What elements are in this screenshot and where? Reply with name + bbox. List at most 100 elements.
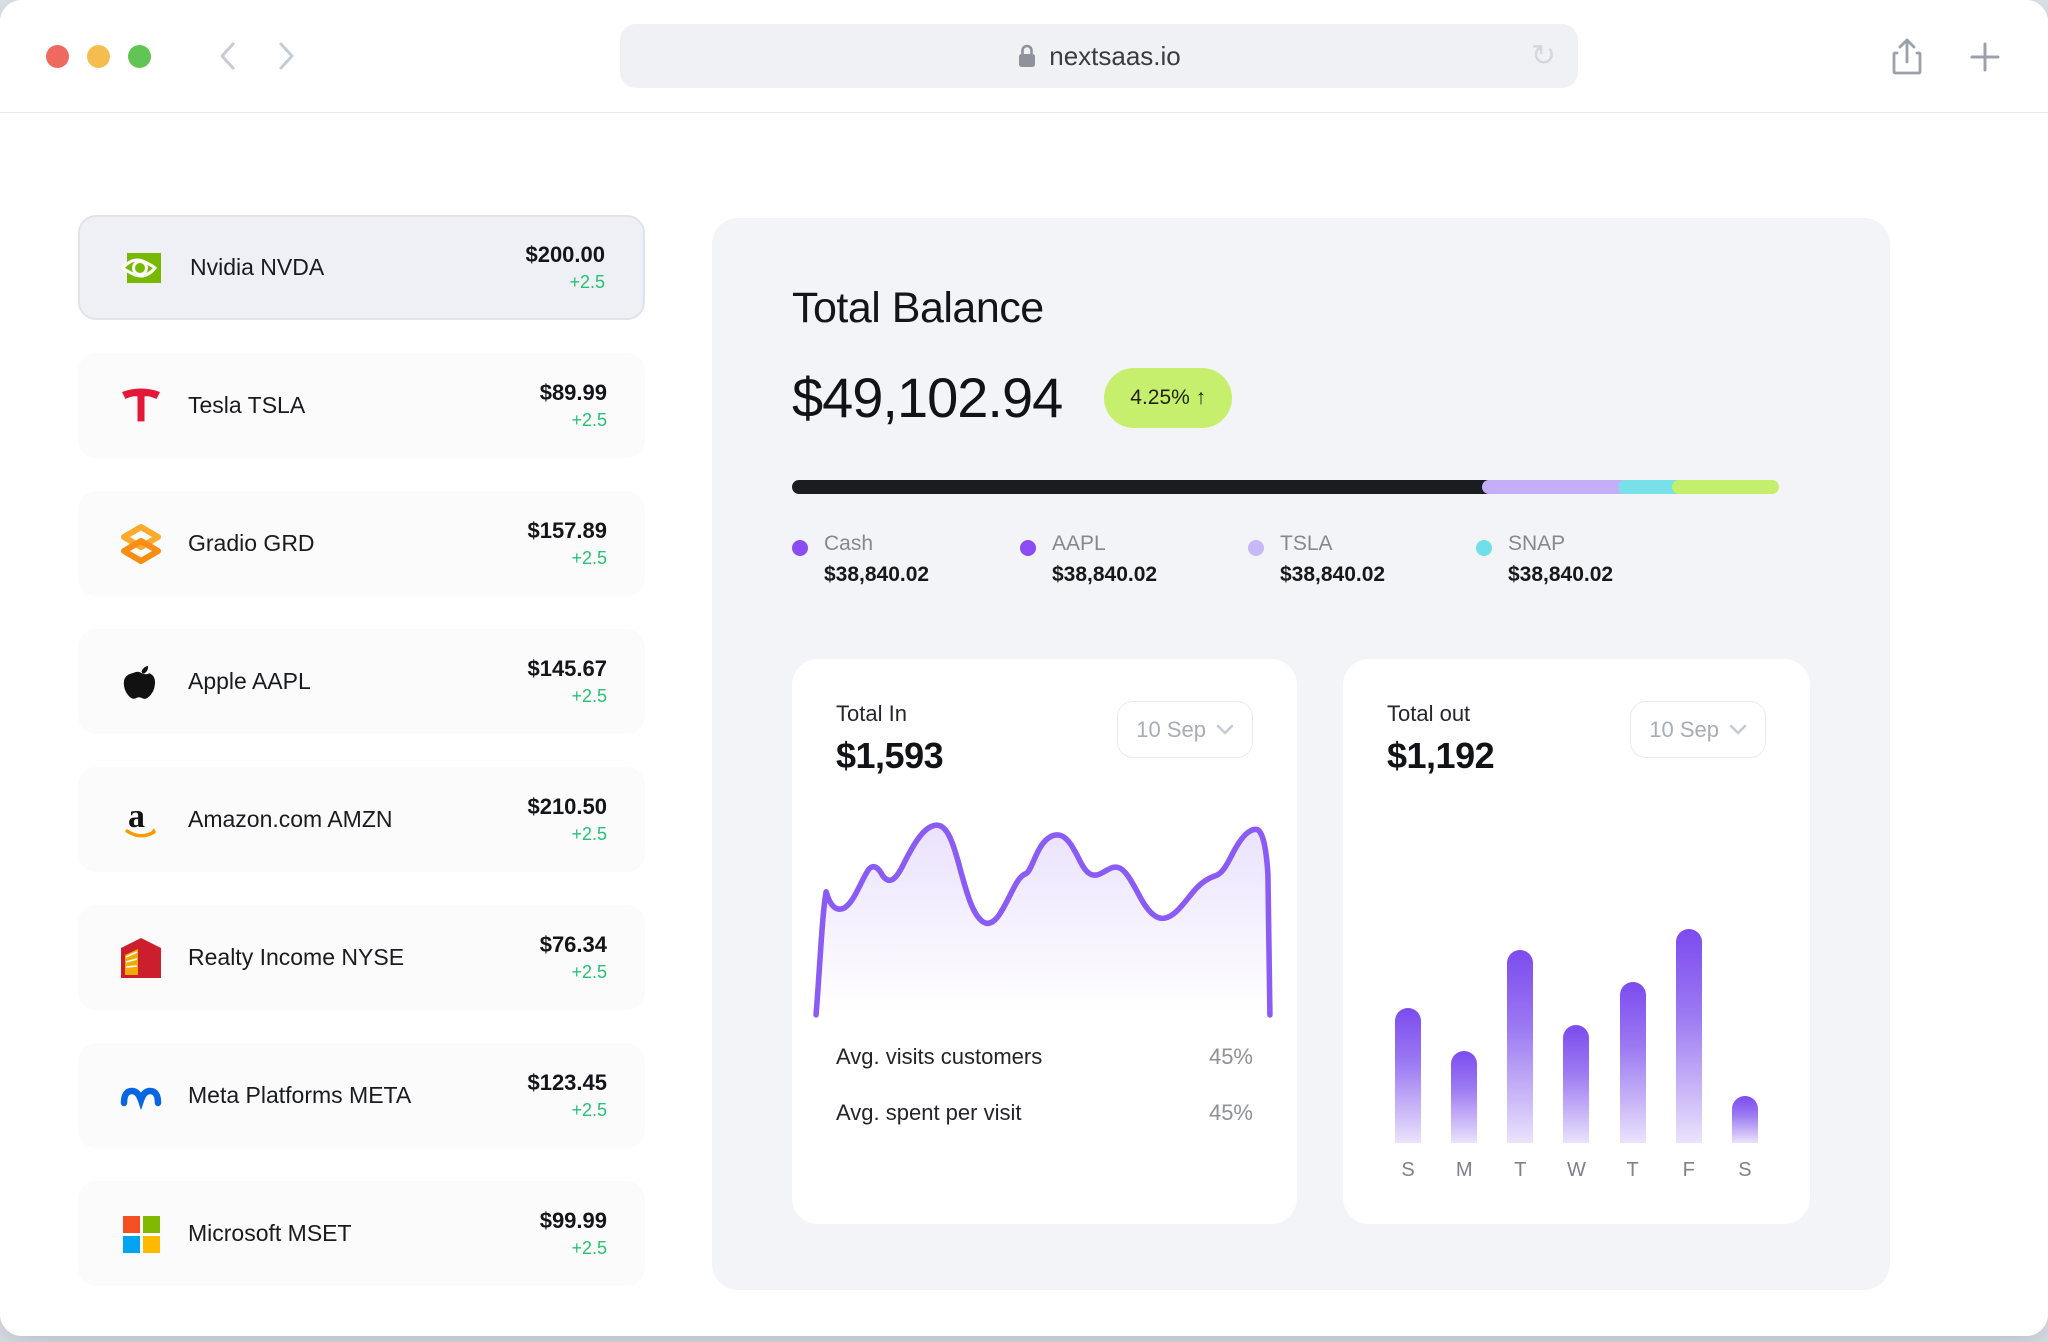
- bar-column: S: [1393, 929, 1423, 1182]
- stock-row-meta[interactable]: Meta Platforms META $123.45 +2.5: [78, 1043, 645, 1148]
- stock-name: Amazon.com AMZN: [188, 806, 393, 833]
- stock-row-realty-income[interactable]: Realty Income NYSE $76.34 +2.5: [78, 905, 645, 1010]
- bar: [1451, 1051, 1477, 1143]
- stock-change: +2.5: [527, 824, 607, 845]
- legend-value: $38,840.02: [1508, 563, 1613, 587]
- dashboard-page: Nvidia NVDA $200.00 +2.5 Tesla TSLA $89.…: [0, 114, 2048, 1336]
- stock-change: +2.5: [527, 1100, 607, 1121]
- total-in-card: Total In $1,593 10 Sep: [792, 659, 1297, 1224]
- stock-row-tesla[interactable]: Tesla TSLA $89.99 +2.5: [78, 353, 645, 458]
- lock-icon: [1017, 43, 1037, 69]
- card-title: Total In: [836, 701, 943, 727]
- address-bar[interactable]: nextsaas.io ↻: [620, 24, 1578, 88]
- stock-change: +2.5: [527, 548, 607, 569]
- back-icon[interactable]: [213, 36, 243, 76]
- bar-column: S: [1730, 929, 1760, 1182]
- stock-row-amazon[interactable]: a Amazon.com AMZN $210.50 +2.5: [78, 767, 645, 872]
- stock-price: $157.89: [527, 518, 607, 544]
- bar: [1676, 929, 1702, 1143]
- forward-icon[interactable]: [271, 36, 301, 76]
- bar-column: T: [1505, 929, 1535, 1182]
- stock-name: Nvidia NVDA: [190, 254, 324, 281]
- new-tab-icon[interactable]: [1968, 40, 2002, 74]
- card-title: Total out: [1387, 701, 1494, 727]
- period-value: 10 Sep: [1136, 717, 1206, 743]
- bar: [1507, 950, 1533, 1143]
- traffic-lights: [46, 45, 151, 68]
- close-window-button[interactable]: [46, 45, 69, 68]
- stock-row-microsoft[interactable]: Microsoft MSET $99.99 +2.5: [78, 1181, 645, 1286]
- stock-name: Tesla TSLA: [188, 392, 305, 419]
- allocation-segment-cash: [792, 480, 1494, 494]
- stat-label: Avg. visits customers: [836, 1044, 1042, 1070]
- stock-row-nvidia[interactable]: Nvidia NVDA $200.00 +2.5: [78, 215, 645, 320]
- total-out-amount: $1,192: [1387, 735, 1494, 777]
- bar-label: T: [1514, 1159, 1526, 1182]
- total-balance-amount: $49,102.94: [792, 365, 1062, 430]
- browser-toolbar: nextsaas.io ↻: [0, 0, 2048, 113]
- total-in-line-chart: [810, 803, 1279, 1019]
- legend-value: $38,840.02: [1280, 563, 1385, 587]
- stock-name: Meta Platforms META: [188, 1082, 411, 1109]
- stock-change: +2.5: [527, 686, 607, 707]
- legend-item-snap: SNAP $38,840.02: [1476, 532, 1704, 587]
- total-in-stats: Avg. visits customers 45% Avg. spent per…: [836, 1029, 1253, 1141]
- stock-change: +2.5: [540, 962, 607, 983]
- tesla-logo-icon: [118, 383, 164, 429]
- legend-dot: [792, 540, 808, 556]
- bar-column: F: [1674, 929, 1704, 1182]
- bar-label: F: [1683, 1159, 1695, 1182]
- allocation-segment-snap: [1672, 480, 1779, 494]
- stock-name: Realty Income NYSE: [188, 944, 404, 971]
- share-icon[interactable]: [1890, 36, 1924, 78]
- stock-price: $89.99: [540, 380, 607, 406]
- stock-row-gradio[interactable]: Gradio GRD $157.89 +2.5: [78, 491, 645, 596]
- svg-text:a: a: [128, 798, 145, 835]
- legend-label: SNAP: [1508, 532, 1613, 556]
- total-out-card: Total out $1,192 10 Sep S: [1343, 659, 1810, 1224]
- reload-icon[interactable]: ↻: [1531, 39, 1556, 74]
- stock-name: Apple AAPL: [188, 668, 311, 695]
- stock-price: $123.45: [527, 1070, 607, 1096]
- legend-label: TSLA: [1280, 532, 1385, 556]
- bar-label: T: [1627, 1159, 1639, 1182]
- realty-income-logo-icon: [118, 935, 164, 981]
- total-in-period-dropdown[interactable]: 10 Sep: [1117, 701, 1253, 758]
- browser-window: nextsaas.io ↻ Nvidia NVDA $200.00 +2.5: [0, 0, 2048, 1336]
- bar-label: M: [1456, 1159, 1473, 1182]
- allocation-legend: Cash $38,840.02 AAPL $38,840.02 TSLA $38…: [792, 532, 1810, 587]
- legend-item-tsla: TSLA $38,840.02: [1248, 532, 1476, 587]
- stock-row-apple[interactable]: Apple AAPL $145.67 +2.5: [78, 629, 645, 734]
- bar-label: S: [1401, 1159, 1414, 1182]
- stat-label: Avg. spent per visit: [836, 1100, 1021, 1126]
- minimize-window-button[interactable]: [87, 45, 110, 68]
- total-balance-panel: Total Balance $49,102.94 4.25% ↑ Cash $3…: [712, 218, 1890, 1290]
- stock-price: $210.50: [527, 794, 607, 820]
- total-out-period-dropdown[interactable]: 10 Sep: [1630, 701, 1766, 758]
- stat-value: 45%: [1209, 1044, 1253, 1070]
- allocation-bar: [792, 480, 1810, 494]
- stock-price: $200.00: [525, 242, 605, 268]
- bar: [1563, 1025, 1589, 1143]
- bar: [1732, 1096, 1758, 1143]
- legend-dot: [1248, 540, 1264, 556]
- apple-logo-icon: [118, 659, 164, 705]
- legend-item-cash: Cash $38,840.02: [792, 532, 1020, 587]
- legend-label: AAPL: [1052, 532, 1157, 556]
- gradio-logo-icon: [118, 521, 164, 567]
- stat-row: Avg. spent per visit 45%: [836, 1085, 1253, 1141]
- allocation-segment-aapl: [1482, 480, 1630, 494]
- bar-column: M: [1449, 929, 1479, 1182]
- amazon-logo-icon: a: [118, 797, 164, 843]
- stock-name: Gradio GRD: [188, 530, 315, 557]
- bar-label: S: [1738, 1159, 1751, 1182]
- meta-logo-icon: [118, 1073, 164, 1119]
- legend-dot: [1476, 540, 1492, 556]
- period-value: 10 Sep: [1649, 717, 1719, 743]
- microsoft-logo-icon: [118, 1211, 164, 1257]
- zoom-window-button[interactable]: [128, 45, 151, 68]
- chevron-down-icon: [1216, 724, 1234, 736]
- nvidia-logo-icon: [120, 245, 166, 291]
- bar: [1395, 1008, 1421, 1143]
- stock-price: $145.67: [527, 656, 607, 682]
